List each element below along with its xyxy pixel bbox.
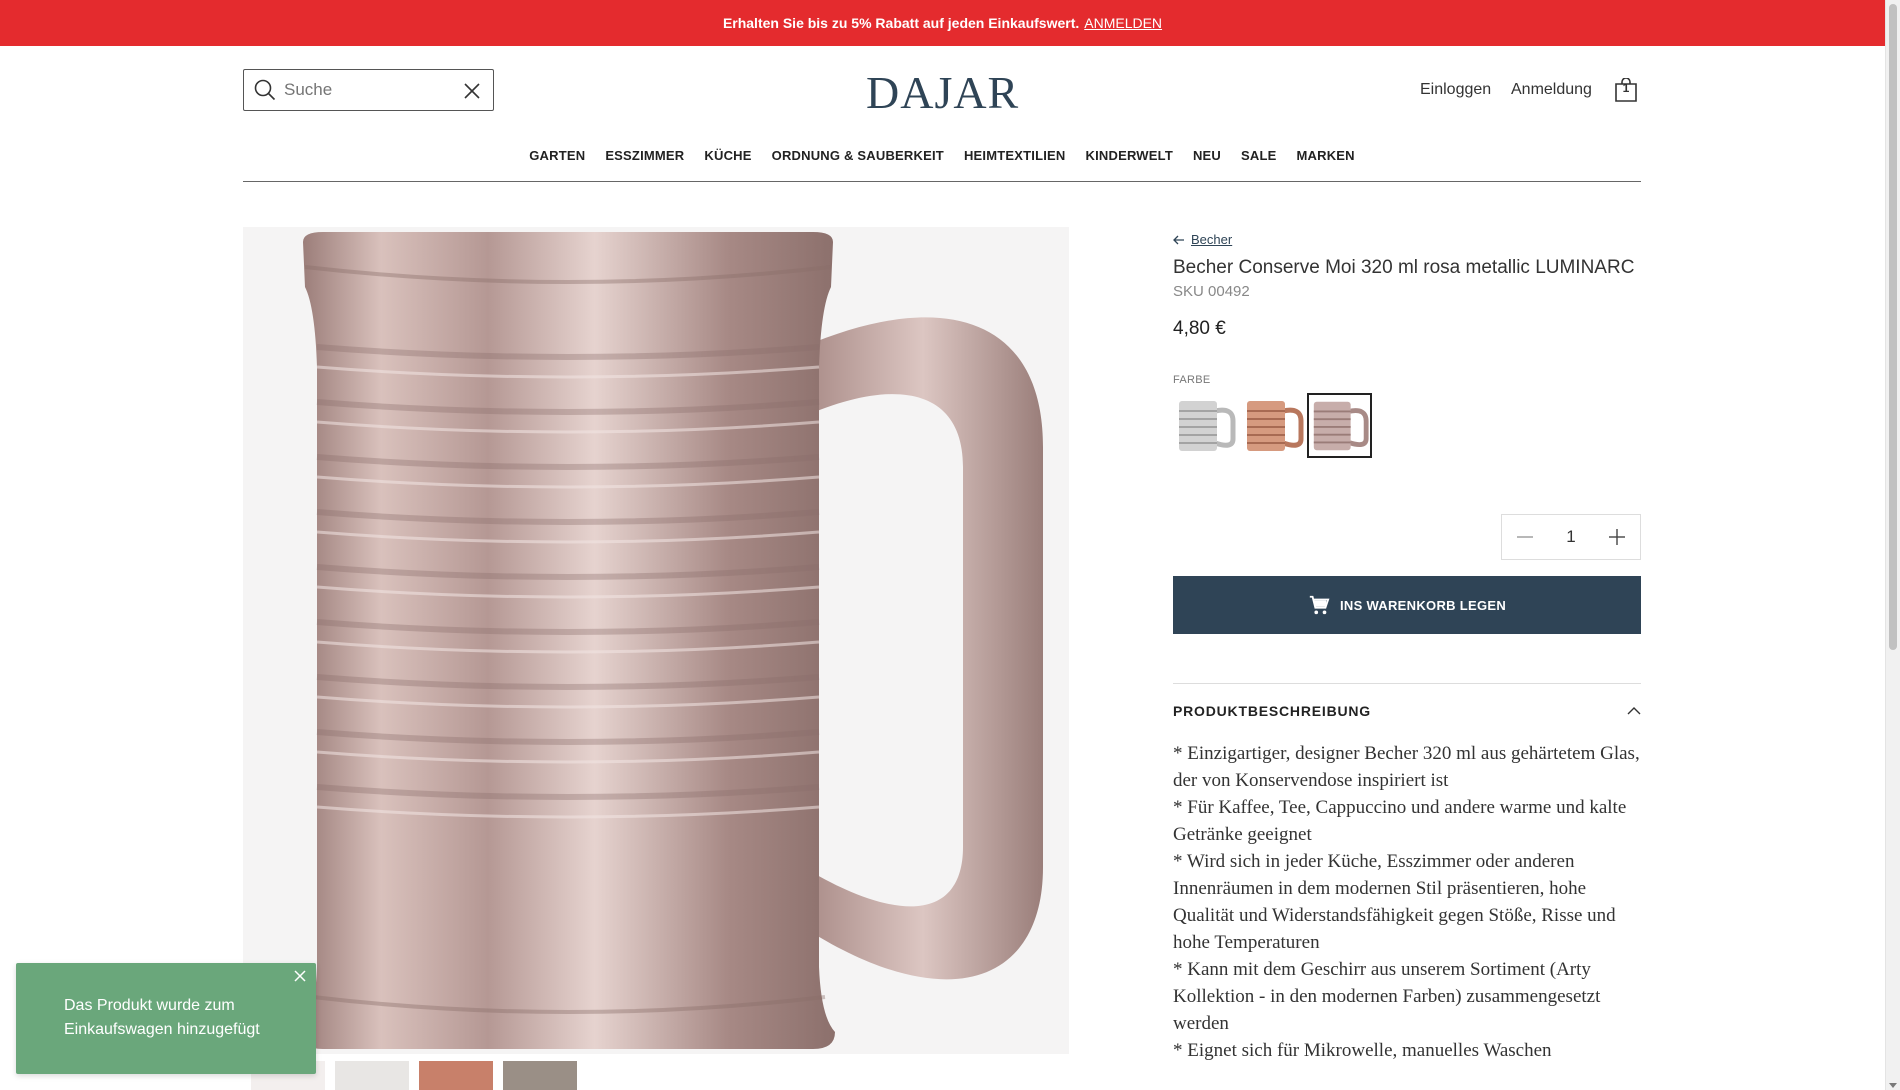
- breadcrumb-link[interactable]: Becher: [1191, 232, 1232, 247]
- nav-item-kueche[interactable]: KÜCHE: [694, 148, 761, 163]
- section-divider: [1173, 683, 1641, 684]
- description-line: * Eignet sich für Mikrowelle, manuelles …: [1173, 1040, 1552, 1061]
- description-line: * Kann mit dem Geschirr aus unserem Sort…: [1173, 959, 1601, 1034]
- thumbnail-3[interactable]: [419, 1061, 493, 1090]
- color-swatch-copper[interactable]: [1241, 393, 1306, 458]
- quantity-value[interactable]: 1: [1566, 527, 1575, 547]
- close-icon[interactable]: [463, 82, 481, 100]
- quantity-stepper: 1: [1501, 514, 1641, 560]
- increase-button[interactable]: [1594, 515, 1640, 559]
- cart-icon: [1309, 595, 1330, 615]
- nav-item-sale[interactable]: SALE: [1231, 148, 1286, 163]
- plus-icon: [1609, 529, 1625, 545]
- thumbnail-4[interactable]: [503, 1061, 577, 1090]
- description-heading: PRODUKTBESCHREIBUNG: [1173, 703, 1371, 719]
- cart-count: 1: [1622, 81, 1630, 95]
- nav-item-garten[interactable]: GARTEN: [519, 148, 595, 163]
- breadcrumb[interactable]: Becher: [1173, 232, 1232, 247]
- close-icon[interactable]: [293, 969, 307, 983]
- mug-rose-icon: [1313, 401, 1369, 451]
- description-line: * Wird sich in jeder Küche, Esszimmer od…: [1173, 851, 1616, 953]
- search-box: [243, 69, 494, 111]
- nav-item-heimtextilien[interactable]: HEIMTEXTILIEN: [954, 148, 1076, 163]
- description-line: * Einzigartiger, designer Becher 320 ml …: [1173, 743, 1640, 791]
- description-text: * Einzigartiger, designer Becher 320 ml …: [1173, 740, 1643, 1064]
- nav-item-ordnung[interactable]: ORDNUNG & SAUBERKEIT: [762, 148, 954, 163]
- nav-item-esszimmer[interactable]: ESSZIMMER: [595, 148, 694, 163]
- nav-item-neu[interactable]: NEU: [1183, 148, 1231, 163]
- toast-message: Das Produkt wurde zum Einkaufswagen hinz…: [64, 997, 260, 1038]
- product-sku: SKU 00492: [1173, 283, 1250, 300]
- cart-button[interactable]: 1: [1614, 77, 1638, 102]
- nav-item-kinderwelt[interactable]: KINDERWELT: [1076, 148, 1183, 163]
- decrease-button[interactable]: [1502, 515, 1548, 559]
- chevron-up-icon: [1627, 707, 1641, 715]
- scroll-down-arrow[interactable]: [1889, 1083, 1897, 1088]
- nav-divider: [243, 181, 1641, 182]
- color-swatch-silver[interactable]: [1173, 393, 1238, 458]
- add-to-cart-button[interactable]: INS WARENKORB LEGEN: [1173, 576, 1641, 634]
- nav-item-marken[interactable]: MARKEN: [1287, 148, 1365, 163]
- search-input[interactable]: [284, 80, 444, 100]
- login-link[interactable]: Einloggen: [1420, 81, 1491, 99]
- product-image[interactable]: [243, 227, 1069, 1054]
- scrollbar-thumb[interactable]: [1889, 4, 1897, 650]
- register-link[interactable]: Anmeldung: [1511, 81, 1592, 99]
- page-scrollbar[interactable]: [1885, 0, 1900, 1090]
- promo-banner: Erhalten Sie bis zu 5% Rabatt auf jeden …: [0, 0, 1885, 46]
- mug-copper-icon: [1247, 401, 1304, 451]
- thumbnail-2[interactable]: [335, 1061, 409, 1090]
- site-logo[interactable]: DAJAR: [866, 66, 1019, 119]
- color-label: FARBE: [1173, 374, 1211, 386]
- promo-text: Erhalten Sie bis zu 5% Rabatt auf jeden …: [722, 15, 1080, 31]
- add-to-cart-label: INS WARENKORB LEGEN: [1339, 597, 1507, 613]
- description-toggle[interactable]: PRODUKTBESCHREIBUNG: [1173, 703, 1641, 719]
- minus-icon: [1517, 536, 1533, 538]
- search-icon: [254, 79, 276, 101]
- promo-signup-link[interactable]: ANMELDEN: [1084, 15, 1162, 31]
- color-swatch-rose[interactable]: [1307, 393, 1372, 458]
- description-line: * Für Kaffee, Tee, Cappuccino und andere…: [1173, 797, 1627, 845]
- main-nav: GARTEN ESSZIMMER KÜCHE ORDNUNG & SAUBERK…: [243, 148, 1641, 163]
- mug-illustration: [301, 232, 1043, 1049]
- mug-silver-icon: [1179, 401, 1236, 451]
- arrow-left-icon: [1173, 235, 1184, 244]
- product-price: 4,80 €: [1173, 318, 1226, 339]
- cart-toast: Das Produkt wurde zum Einkaufswagen hinz…: [16, 963, 316, 1074]
- product-title: Becher Conserve Moi 320 ml rosa metallic…: [1173, 257, 1635, 278]
